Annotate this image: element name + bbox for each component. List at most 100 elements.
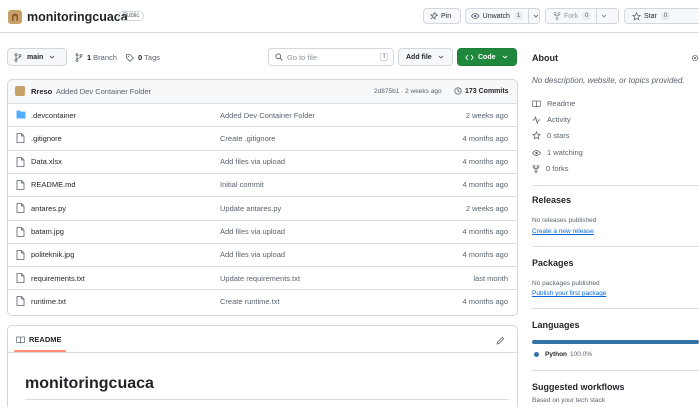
commit-hash-time[interactable]: 2d875b1 · 2 weeks ago xyxy=(374,88,442,95)
packages-title[interactable]: Packages xyxy=(532,258,574,268)
file-name[interactable]: antares.py xyxy=(31,204,66,213)
language-percent: 100.0% xyxy=(570,351,593,358)
file-commit-message[interactable]: Update requirements.txt xyxy=(220,274,300,283)
sidebar-item-label: 0 stars xyxy=(547,131,570,140)
file-name[interactable]: requirements.txt xyxy=(31,274,85,283)
releases-title[interactable]: Releases xyxy=(532,195,571,205)
pin-label: Pin xyxy=(441,12,452,20)
file-commit-message[interactable]: Add files via upload xyxy=(220,250,285,259)
code-icon xyxy=(465,54,474,60)
file-commit-time: 4 months ago xyxy=(462,180,508,190)
star-button[interactable]: Star 0 xyxy=(624,8,699,24)
branches-count: 1 xyxy=(87,53,92,62)
file-name[interactable]: runtime.txt xyxy=(31,297,66,306)
gear-icon[interactable] xyxy=(690,53,699,63)
create-release-link[interactable]: Create a new release xyxy=(532,228,594,235)
pulse-icon xyxy=(532,115,541,124)
commit-author[interactable]: Rreso xyxy=(31,87,52,96)
branch-selector[interactable]: main xyxy=(7,48,67,66)
sidebar-divider xyxy=(532,370,699,371)
file-icon xyxy=(16,273,25,283)
file-commit-time: 4 months ago xyxy=(462,296,508,306)
file-name[interactable]: batam.jpg xyxy=(31,227,64,236)
file-icon xyxy=(16,226,25,237)
file-icon xyxy=(16,133,25,144)
language-name: Python xyxy=(545,351,568,358)
file-row[interactable]: batam.jpg Add files via upload 4 months ag… xyxy=(7,219,518,243)
file-commit-message[interactable]: Add files via upload xyxy=(220,157,285,166)
file-row[interactable]: runtime.txt Create runtime.txt 4 months ag… xyxy=(7,289,518,312)
pin-button[interactable]: Pin xyxy=(423,8,461,24)
tags-label: Tags xyxy=(144,53,161,62)
file-row[interactable]: antares.py Update antares.py 2 weeks ago xyxy=(7,196,518,219)
commits-link[interactable]: 173 Commits xyxy=(454,87,509,95)
code-button[interactable]: Code xyxy=(457,48,517,66)
file-name[interactable]: politeknik.jpg xyxy=(31,250,74,259)
file-row[interactable]: politeknik.jpg Add files via upload 4 mont… xyxy=(7,242,518,266)
tags-link[interactable]: 0 Tags xyxy=(126,53,160,62)
file-commit-time: 4 months ago xyxy=(462,157,508,167)
packages-text: No packages published xyxy=(532,280,600,287)
file-row[interactable]: Data.xlsx Add files via upload 4 months ag… xyxy=(7,149,518,173)
unwatch-label: Unwatch xyxy=(482,12,510,20)
sidebar-item-watching[interactable]: 1 watching xyxy=(532,148,583,157)
chevron-down-icon[interactable] xyxy=(601,13,607,19)
readme-box xyxy=(7,325,518,407)
file-icon xyxy=(16,179,25,190)
unwatch-button[interactable]: Unwatch 1 xyxy=(465,8,540,24)
repo-avatar[interactable] xyxy=(8,10,22,24)
language-bar-fill xyxy=(532,340,699,344)
file-row[interactable]: requirements.txt Update requirements.txt l… xyxy=(7,266,518,289)
branches-label: Branch xyxy=(93,53,117,62)
repo-name[interactable]: monitoringcuaca xyxy=(27,10,128,24)
branches-link[interactable]: 1 Branch xyxy=(75,53,117,62)
add-file-label: Add file xyxy=(406,53,432,61)
latest-commit-bar: Rreso Added Dev Container Folder 2d875b1… xyxy=(8,80,517,103)
file-commit-message[interactable]: Add files via upload xyxy=(220,227,285,236)
publish-package-link[interactable]: Publish your first package xyxy=(532,290,606,297)
file-name[interactable]: README.md xyxy=(31,180,76,189)
file-row[interactable]: .gitignore Create .gitignore 4 months ago xyxy=(7,126,518,149)
file-name[interactable]: .devcontainer xyxy=(31,111,76,120)
sidebar-item-label: Readme xyxy=(547,99,576,108)
commit-message[interactable]: Added Dev Container Folder xyxy=(56,87,151,96)
file-commit-time: 2 weeks ago xyxy=(465,203,508,213)
chevron-down-icon[interactable] xyxy=(533,13,539,19)
sidebar-item-forks[interactable]: 0 forks xyxy=(532,164,569,173)
pin-icon xyxy=(430,12,438,20)
fork-icon xyxy=(553,12,561,20)
branch-icon xyxy=(14,52,22,62)
file-row[interactable]: README.md Initial commit 4 months ago xyxy=(7,172,518,196)
file-row[interactable]: .devcontainer Added Dev Container Folder 2… xyxy=(7,103,518,126)
search-placeholder: Go to file xyxy=(287,52,318,62)
file-commit-message[interactable]: Create runtime.txt xyxy=(220,297,280,306)
add-file-button[interactable]: Add file xyxy=(398,48,453,66)
language-entry[interactable]: Python 100.0% xyxy=(534,351,592,358)
pencil-icon[interactable] xyxy=(496,336,505,345)
file-commit-message[interactable]: Create .gitignore xyxy=(220,134,275,143)
file-commit-time: 2 weeks ago xyxy=(465,110,508,120)
file-commit-message[interactable]: Added Dev Container Folder xyxy=(220,111,315,120)
file-commit-message[interactable]: Update antares.py xyxy=(220,204,281,213)
commit-author-avatar[interactable] xyxy=(15,86,25,96)
fork-button[interactable]: Fork 0 xyxy=(545,8,619,24)
readme-tab[interactable]: README xyxy=(16,335,62,344)
file-name[interactable]: Data.xlsx xyxy=(31,157,62,166)
file-commit-message[interactable]: Initial commit xyxy=(220,180,264,189)
readme-header-divider xyxy=(8,352,517,353)
go-to-file-search[interactable]: Go to file t xyxy=(268,48,394,66)
file-name[interactable]: .gitignore xyxy=(31,134,62,143)
sidebar-item-label: 1 watching xyxy=(547,148,583,157)
search-icon xyxy=(275,53,283,61)
sidebar-item-stars[interactable]: 0 stars xyxy=(532,131,570,140)
sidebar-divider xyxy=(532,308,699,309)
code-label: Code xyxy=(478,53,496,61)
file-icon xyxy=(16,203,25,214)
book-icon xyxy=(532,100,541,107)
sidebar-item-activity[interactable]: Activity xyxy=(532,115,571,124)
tag-icon xyxy=(126,53,134,62)
language-bar-track xyxy=(532,340,699,344)
history-icon xyxy=(454,87,462,95)
sidebar-item-readme[interactable]: Readme xyxy=(532,99,575,108)
chevron-down-icon xyxy=(502,55,507,59)
